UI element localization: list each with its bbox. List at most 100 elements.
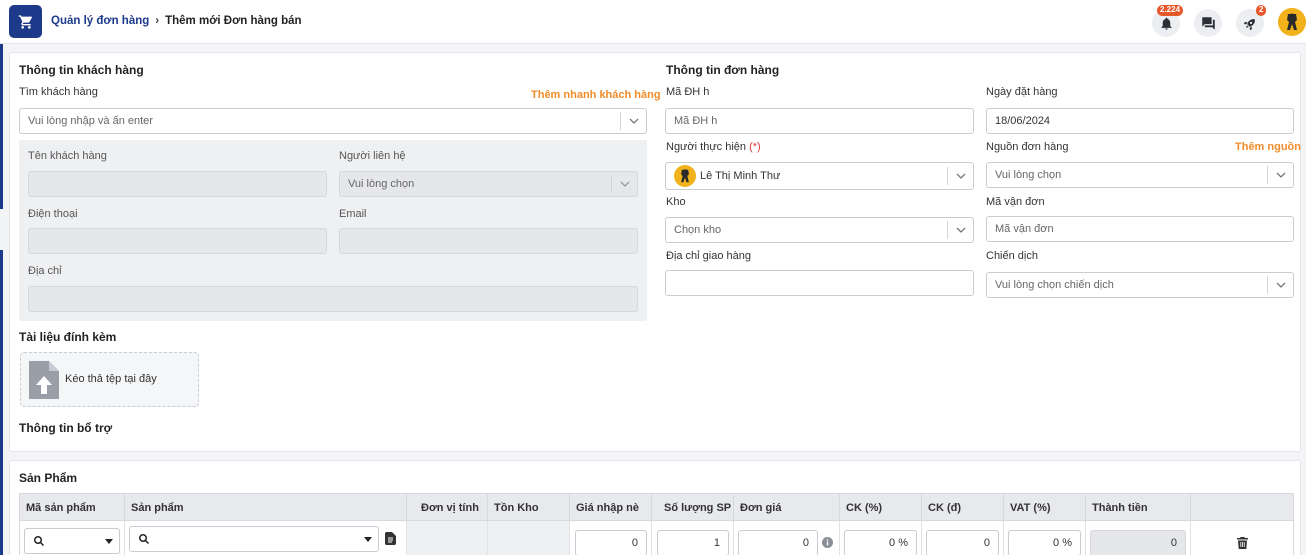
- file-upload-icon: [29, 361, 59, 399]
- warehouse-label: Kho: [666, 196, 686, 208]
- caret-down-icon: [105, 539, 113, 544]
- total-cell: 0: [1086, 521, 1191, 555]
- table-row: 0 1 0 0 % 0 0 % 0: [19, 521, 1294, 555]
- breadcrumb-current: Thêm mới Đơn hàng bán: [165, 15, 302, 27]
- order-date-input[interactable]: 18/06/2024: [986, 108, 1294, 134]
- chevron-right-icon: ›: [155, 15, 160, 27]
- unit-cell: [407, 521, 488, 555]
- breadcrumb: Quản lý đơn hàng › Thêm mới Đơn hàng bán: [51, 15, 302, 27]
- column-header: Mã sản phẩm: [20, 494, 125, 522]
- products-table-header: Mã sản phẩm Sản phẩm Đơn vị tính Tồn Kho…: [19, 493, 1295, 522]
- chat-button[interactable]: [1194, 9, 1222, 37]
- assignee-avatar: [674, 165, 696, 187]
- unit-price-cell: 0: [734, 521, 840, 555]
- attachments-section-title: Tài liệu đính kèm: [19, 330, 117, 344]
- column-header: Giá nhập nè: [570, 494, 652, 522]
- quantity-cell: 1: [652, 521, 734, 555]
- rocket-button[interactable]: 2: [1236, 5, 1267, 37]
- file-dropzone[interactable]: Kéo thả tệp tại đây: [20, 352, 199, 407]
- rocket-icon: [1243, 18, 1255, 30]
- vat-input[interactable]: 0 %: [1008, 530, 1081, 555]
- discount-amount-cell: 0: [922, 521, 1004, 555]
- column-header: Thành tiền: [1086, 494, 1191, 522]
- customer-name-input[interactable]: [28, 171, 327, 197]
- chevron-down-icon: [1267, 166, 1293, 184]
- customer-name-label: Tên khách hàng: [28, 150, 107, 162]
- search-icon: [139, 534, 150, 545]
- assignee-label: Người thực hiện (*): [666, 141, 761, 153]
- order-source-placeholder: Vui lòng chọn: [995, 169, 1062, 181]
- tracking-input[interactable]: Mã vận đơn: [986, 216, 1294, 242]
- campaign-select[interactable]: Vui lòng chọn chiến dịch: [986, 272, 1294, 298]
- order-source-select[interactable]: Vui lòng chọn: [986, 162, 1294, 188]
- phone-label: Điện thoại: [28, 208, 78, 220]
- discount-amount-input[interactable]: 0: [926, 530, 999, 555]
- address-label: Địa chỉ: [28, 265, 62, 277]
- order-source-label: Nguồn đơn hàng: [986, 141, 1069, 153]
- breadcrumb-parent-link[interactable]: Quản lý đơn hàng: [51, 15, 149, 27]
- vat-cell: 0 %: [1004, 521, 1086, 555]
- shipping-address-input[interactable]: [665, 270, 974, 296]
- phone-input[interactable]: [28, 228, 327, 254]
- sidebar-edge: [0, 44, 3, 209]
- assignee-select[interactable]: Lê Thị Minh Thư: [665, 162, 974, 190]
- add-source-link[interactable]: Thêm nguồn: [1235, 141, 1301, 153]
- unit-price-input[interactable]: 0: [738, 530, 818, 555]
- chevron-down-icon: [1267, 276, 1293, 294]
- customer-search-select[interactable]: Vui lòng nhập và ấn enter: [19, 108, 647, 134]
- document-icon[interactable]: [385, 532, 396, 545]
- caret-down-icon: [364, 537, 372, 542]
- tracking-label: Mã vận đơn: [986, 196, 1045, 208]
- campaign-label: Chiến dịch: [986, 250, 1038, 262]
- chevron-down-icon: [620, 112, 646, 130]
- column-header: Số lượng SP: [652, 494, 734, 522]
- product-code-select[interactable]: [24, 528, 120, 554]
- assignee-value: Lê Thị Minh Thư: [700, 170, 781, 182]
- total-value: 0: [1090, 530, 1186, 555]
- import-price-input[interactable]: 0: [575, 530, 647, 555]
- email-label: Email: [339, 208, 367, 220]
- assignee-label-text: Người thực hiện: [666, 141, 747, 153]
- support-section-title: Thông tin bổ trợ: [19, 421, 113, 435]
- rocket-badge: 2: [1256, 5, 1267, 16]
- chat-icon: [1201, 16, 1215, 30]
- column-header: CK (đ): [922, 494, 1004, 522]
- column-header: CK (%): [840, 494, 922, 522]
- column-header: Đơn giá: [734, 494, 840, 522]
- chevron-down-icon: [947, 167, 973, 185]
- customer-search-label: Tìm khách hàng: [19, 86, 98, 98]
- campaign-placeholder: Vui lòng chọn chiến dịch: [995, 279, 1114, 291]
- info-icon[interactable]: [822, 537, 833, 548]
- warehouse-select[interactable]: Chọn kho: [665, 217, 974, 243]
- products-section-title: Sản Phẩm: [19, 471, 78, 485]
- tracking-placeholder: Mã vận đơn: [995, 223, 1054, 235]
- user-avatar[interactable]: [1278, 8, 1306, 36]
- required-marker: (*): [749, 141, 761, 153]
- order-date-value: 18/06/2024: [995, 115, 1051, 127]
- address-input[interactable]: [28, 286, 638, 312]
- bell-icon: [1161, 17, 1171, 30]
- actions-cell: [1191, 521, 1295, 555]
- order-code-input[interactable]: Mã ĐH h: [665, 108, 974, 134]
- avatar-image: [1278, 8, 1306, 36]
- order-date-label: Ngày đặt hàng: [986, 86, 1058, 98]
- discount-pct-input[interactable]: 0 %: [844, 530, 917, 555]
- product-code-cell: [20, 521, 125, 555]
- column-header-actions: [1191, 494, 1295, 522]
- column-header: Đơn vị tính: [407, 494, 488, 522]
- import-price-cell: 0: [570, 521, 652, 555]
- trash-icon[interactable]: [1237, 537, 1248, 549]
- cart-icon: [18, 14, 32, 29]
- product-cell: [125, 521, 407, 555]
- product-select[interactable]: [129, 526, 379, 552]
- customer-section-title: Thông tin khách hàng: [19, 63, 144, 77]
- column-header: Tồn Kho: [488, 494, 570, 522]
- chevron-down-icon: [611, 175, 637, 193]
- quick-add-customer-link[interactable]: Thêm nhanh khách hàng: [531, 89, 661, 101]
- notifications-button[interactable]: 2.224: [1152, 5, 1184, 37]
- chevron-down-icon: [947, 221, 973, 239]
- cart-menu-button[interactable]: [9, 5, 42, 38]
- email-input[interactable]: [339, 228, 638, 254]
- quantity-input[interactable]: 1: [657, 530, 729, 555]
- contact-person-select[interactable]: Vui lòng chọn: [339, 171, 638, 197]
